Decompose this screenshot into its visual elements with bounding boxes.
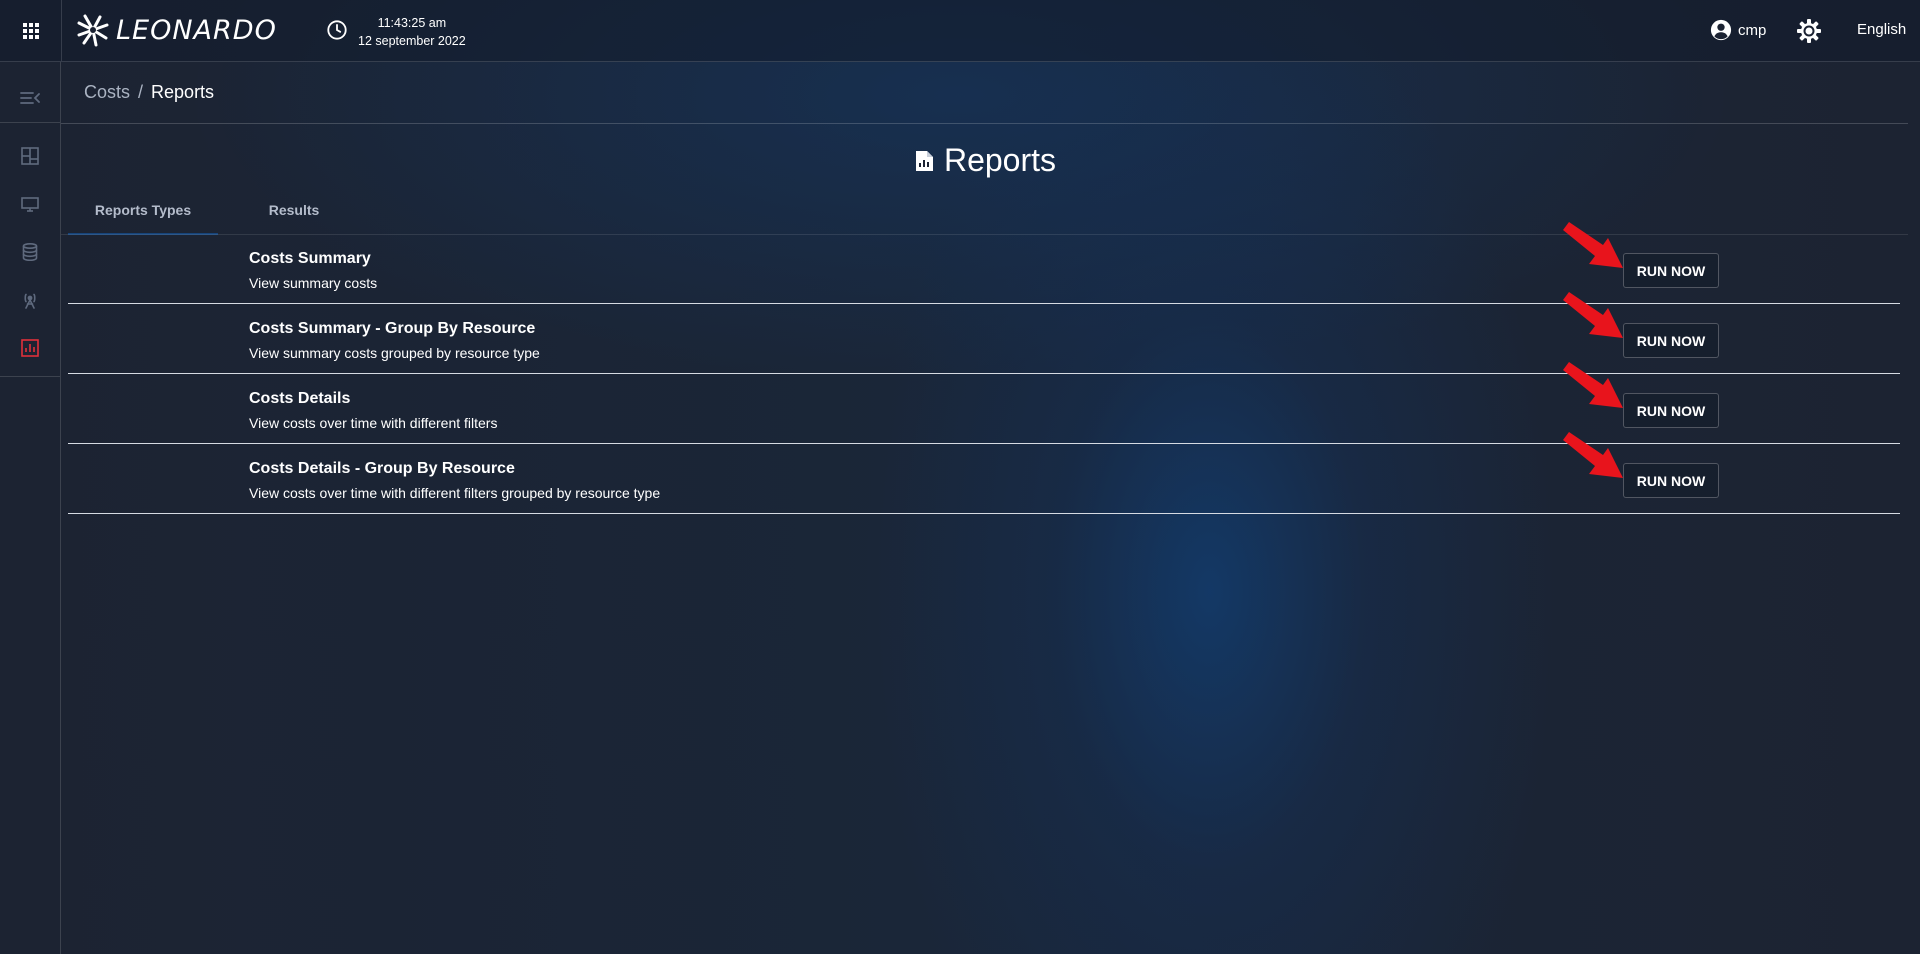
sidebar-item-database[interactable]	[0, 232, 60, 272]
annotation-arrow	[1563, 362, 1623, 408]
report-row: Costs Details View costs over time with …	[68, 362, 1900, 444]
apps-menu-button[interactable]	[0, 0, 62, 61]
report-description: View costs over time with different filt…	[249, 485, 661, 501]
sidebar-divider	[0, 376, 60, 377]
collapse-menu-icon	[20, 92, 40, 104]
clock-icon	[327, 20, 347, 40]
report-title: Costs Summary	[249, 250, 371, 267]
report-title: Costs Details	[249, 390, 351, 407]
antenna-icon	[24, 293, 36, 309]
current-date: 12 september 2022	[358, 34, 466, 48]
logo-text: LEONARDO	[116, 14, 277, 46]
leonardo-logo: LEONARDO	[76, 10, 277, 50]
annotation-arrow	[1563, 222, 1623, 268]
report-row: Costs Summary View summary costs RUN NOW	[68, 222, 1900, 304]
tab-results[interactable]: Results	[244, 195, 344, 235]
breadcrumb: Costs / Reports	[84, 82, 214, 103]
tab-reports-types[interactable]: Reports Types	[68, 195, 218, 235]
report-title: Costs Details - Group By Resource	[249, 460, 515, 477]
database-icon	[22, 243, 38, 261]
monitor-icon	[21, 197, 39, 212]
language-selector[interactable]: English	[1857, 21, 1906, 38]
leonardo-logo-icon	[77, 14, 109, 47]
report-description: View costs over time with different filt…	[249, 415, 498, 431]
report-description: View summary costs	[249, 275, 378, 291]
annotation-arrow	[1563, 292, 1623, 338]
run-now-button[interactable]: RUN NOW	[1623, 323, 1719, 358]
breadcrumb-current: Reports	[151, 82, 215, 102]
sidebar-divider	[0, 122, 60, 123]
theme-toggle-icon[interactable]	[1796, 18, 1822, 44]
current-time: 11:43:25 am	[377, 16, 447, 30]
datetime-display: 11:43:25 am 12 september 2022	[358, 14, 466, 50]
report-document-icon	[915, 150, 933, 171]
top-bar: LEONARDO 11:43:25 am 12 september 2022 c…	[0, 0, 1920, 62]
user-menu[interactable]: cmp	[1710, 19, 1766, 41]
breadcrumb-costs[interactable]: Costs	[84, 82, 130, 103]
apps-grid-icon	[22, 22, 39, 39]
report-row: Costs Details - Group By Resource View c…	[68, 432, 1900, 514]
breadcrumb-divider	[61, 123, 1908, 124]
tab-bar: Reports Types Results	[68, 195, 344, 235]
report-description: View summary costs grouped by resource t…	[249, 345, 540, 361]
sidebar-item-reports[interactable]	[0, 328, 60, 368]
account-circle-icon	[1710, 19, 1732, 41]
run-now-button[interactable]: RUN NOW	[1623, 253, 1719, 288]
annotation-arrow	[1563, 432, 1623, 478]
page-title-text: Reports	[943, 142, 1057, 178]
page-title: Reports	[0, 142, 1920, 179]
report-row: Costs Summary - Group By Resource View s…	[68, 292, 1900, 374]
sidebar-item-network[interactable]	[0, 280, 60, 320]
run-now-button[interactable]: RUN NOW	[1623, 463, 1719, 498]
report-title: Costs Summary - Group By Resource	[249, 320, 536, 337]
breadcrumb-separator: /	[138, 82, 144, 102]
reports-icon	[21, 339, 39, 357]
user-name: cmp	[1738, 21, 1767, 39]
sidebar	[0, 62, 61, 954]
sidebar-collapse-button[interactable]	[0, 78, 60, 118]
report-list: Costs Summary View summary costs RUN NOW…	[68, 222, 1900, 515]
run-now-button[interactable]: RUN NOW	[1623, 393, 1719, 428]
sidebar-item-monitor[interactable]	[0, 184, 60, 224]
